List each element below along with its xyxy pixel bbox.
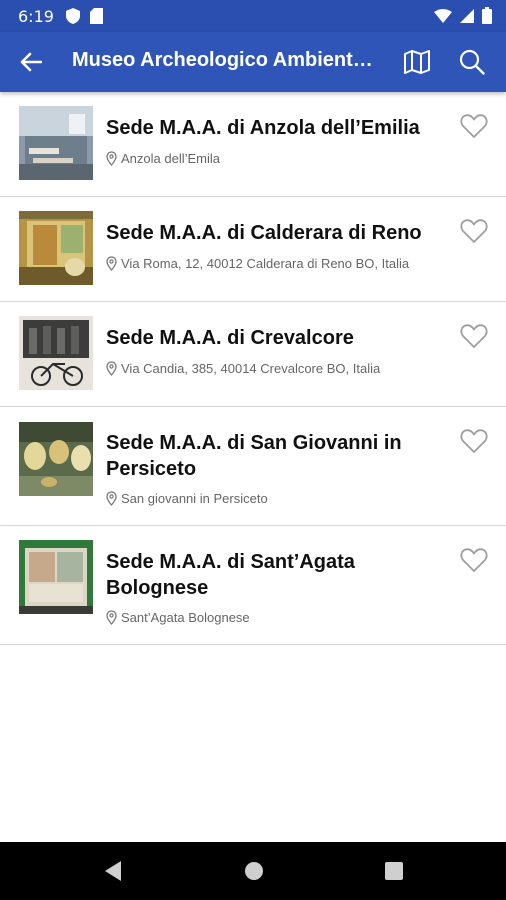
heart-outline-icon[interactable] <box>460 323 488 349</box>
system-nav-bar <box>0 842 506 900</box>
status-time: 6:19 <box>18 7 54 26</box>
search-icon <box>459 49 485 75</box>
signal-icon <box>460 8 474 23</box>
thumbnail-image <box>19 211 93 285</box>
page-title: Museo Archeologico Ambient… <box>72 49 373 71</box>
location-pin-icon <box>106 610 117 625</box>
status-bar: 6:19 <box>0 0 506 32</box>
list-item[interactable]: Sede M.A.A. di Sant’Agata Bolognese Sant… <box>0 526 506 645</box>
search-button[interactable] <box>454 46 490 78</box>
wifi-icon <box>434 8 452 23</box>
item-address: Anzola dell’Emila <box>121 151 220 166</box>
item-address: San giovanni in Persiceto <box>121 491 268 506</box>
nav-recents-icon[interactable] <box>384 860 404 882</box>
thumbnail-image <box>19 540 93 614</box>
back-button[interactable] <box>14 46 48 78</box>
list-item[interactable]: Sede M.A.A. di Calderara di Reno Via Rom… <box>0 197 506 302</box>
sd-card-icon <box>90 8 103 24</box>
item-title: Sede M.A.A. di San Giovanni in Persiceto <box>106 432 402 480</box>
item-address: Via Roma, 12, 40012 Calderara di Reno BO… <box>121 256 410 271</box>
list-item[interactable]: Sede M.A.A. di Crevalcore Via Candia, 38… <box>0 302 506 407</box>
nav-back-icon[interactable] <box>104 860 122 882</box>
location-pin-icon <box>106 491 117 506</box>
museum-list: Sede M.A.A. di Anzola dell’Emilia Anzola… <box>0 92 506 645</box>
heart-outline-icon[interactable] <box>460 218 488 244</box>
app-bar: Museo Archeologico Ambient… <box>0 32 506 92</box>
heart-outline-icon[interactable] <box>460 113 488 139</box>
location-pin-icon <box>106 361 117 376</box>
item-title: Sede M.A.A. di Calderara di Reno <box>106 222 422 244</box>
battery-icon <box>482 7 492 24</box>
list-item[interactable]: Sede M.A.A. di Anzola dell’Emilia Anzola… <box>0 92 506 197</box>
location-pin-icon <box>106 256 117 271</box>
nav-home-icon[interactable] <box>244 860 264 882</box>
thumbnail-image <box>19 422 93 496</box>
shield-icon <box>66 8 80 24</box>
item-title: Sede M.A.A. di Crevalcore <box>106 327 354 349</box>
item-address: Sant’Agata Bolognese <box>121 610 250 625</box>
location-pin-icon <box>106 151 117 166</box>
map-button[interactable] <box>400 46 434 78</box>
heart-outline-icon[interactable] <box>460 547 488 573</box>
arrow-back-icon <box>20 52 42 72</box>
item-title: Sede M.A.A. di Sant’Agata Bolognese <box>106 551 355 599</box>
item-title: Sede M.A.A. di Anzola dell’Emilia <box>106 117 420 139</box>
heart-outline-icon[interactable] <box>460 428 488 454</box>
map-icon <box>404 50 430 74</box>
list-item[interactable]: Sede M.A.A. di San Giovanni in Persiceto… <box>0 407 506 526</box>
thumbnail-image <box>19 316 93 390</box>
item-address: Via Candia, 385, 40014 Crevalcore BO, It… <box>121 361 381 376</box>
thumbnail-image <box>19 106 93 180</box>
